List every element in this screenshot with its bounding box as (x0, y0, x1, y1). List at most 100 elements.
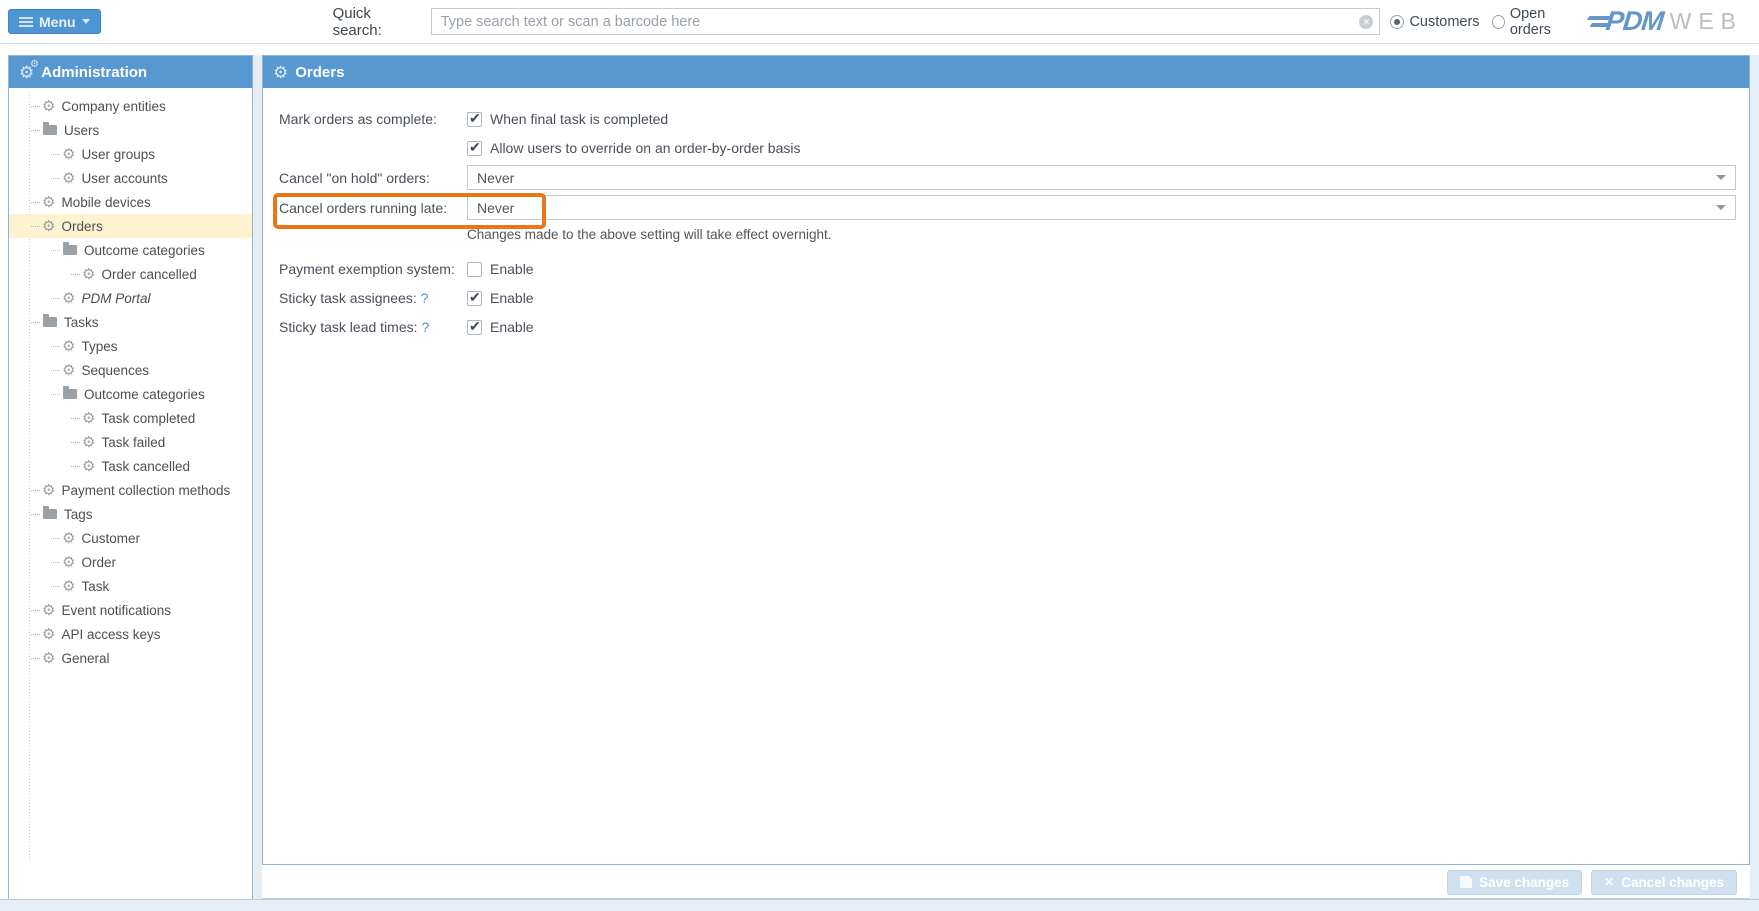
tree-item-tags[interactable]: Tags (9, 502, 252, 526)
form-row-mark-complete: Mark orders as complete: When final task… (279, 109, 1749, 129)
folder-icon (43, 317, 57, 327)
tree-item-api-access-keys[interactable]: ⚙ API access keys (9, 622, 252, 646)
checkbox-sticky-lead-times[interactable] (467, 320, 482, 335)
search-input[interactable] (432, 9, 1380, 34)
quick-search-label: Quick search: (333, 5, 422, 39)
chevron-down-icon (82, 19, 90, 24)
form-row-cancel-on-hold: Cancel "on hold" orders: Never (279, 165, 1749, 190)
tree-connector (31, 202, 40, 203)
help-icon[interactable]: ? (421, 290, 429, 306)
tree-item-company-entities[interactable]: ⚙Company entities (9, 94, 252, 118)
radio-customers[interactable]: Customers (1390, 14, 1479, 30)
radio-customers-label: Customers (1409, 14, 1479, 30)
form-row-sticky-assignees: Sticky task assignees:? Enable (279, 288, 1749, 308)
gear-icon: ⚙ (42, 483, 55, 498)
save-changes-button[interactable]: Save changes (1447, 870, 1582, 895)
tree-item-tasks[interactable]: Tasks (9, 310, 252, 334)
tree-connector (51, 346, 60, 347)
tree-item-label: PDM Portal (81, 291, 150, 306)
tree-connector (51, 178, 60, 179)
checkbox-override[interactable] (467, 141, 482, 156)
tree-item-label: Task (81, 579, 109, 594)
sidebar-header: ⚙ Administration (9, 56, 252, 88)
cancel-changes-label: Cancel changes (1621, 875, 1724, 890)
sticky-lead-times-enable-label: Enable (490, 319, 534, 335)
tree-item-task[interactable]: ⚙Task (9, 574, 252, 598)
gears-icon: ⚙ (19, 64, 34, 81)
payment-exemption-enable-label: Enable (490, 261, 534, 277)
checkbox-payment-exemption[interactable] (467, 262, 482, 277)
tree-item-task-failed[interactable]: ⚙Task failed (9, 430, 252, 454)
tree-connector (51, 394, 60, 395)
tree-connector (51, 538, 60, 539)
tree-item-label: API access keys (61, 627, 160, 642)
tree-item-order-cancelled[interactable]: ⚙ Order cancelled (9, 262, 252, 286)
gear-icon: ⚙ (62, 531, 75, 546)
folder-icon (43, 125, 57, 135)
search-scope-group: Customers Open orders (1390, 6, 1585, 38)
tree-item-label: Payment collection methods (61, 483, 230, 498)
gear-icon: ⚙ (62, 147, 75, 162)
tree-connector (31, 490, 40, 491)
tree-item-types[interactable]: ⚙Types (9, 334, 252, 358)
tree-item-label: Orders (61, 219, 102, 234)
main-header: ⚙ Orders (263, 56, 1749, 88)
tree-item-label: Tasks (64, 315, 99, 330)
pdm-web-logo: PDM WEB (1586, 6, 1743, 37)
tree-item-outcome-categories[interactable]: Outcome categories (9, 382, 252, 406)
tree-connector (71, 442, 80, 443)
form-row-sticky-lead-times: Sticky task lead times:? Enable (279, 317, 1749, 337)
tree-item-outcome-categories[interactable]: Outcome categories (9, 238, 252, 262)
tree-item-general[interactable]: ⚙General (9, 646, 252, 670)
tree-item-users[interactable]: Users (9, 118, 252, 142)
gear-icon: ⚙ (82, 267, 95, 282)
tree-connector (31, 514, 40, 515)
checkbox-sticky-assignees[interactable] (467, 291, 482, 306)
radio-open-orders[interactable]: Open orders (1492, 6, 1586, 38)
tree-item-mobile-devices[interactable]: ⚙Mobile devices (9, 190, 252, 214)
tree-connector (31, 322, 40, 323)
tree-item-user-accounts[interactable]: ⚙User accounts (9, 166, 252, 190)
gear-icon: ⚙ (42, 99, 55, 114)
form-row-note: Changes made to the above setting will t… (279, 225, 1749, 243)
tree-item-sequences[interactable]: ⚙Sequences (9, 358, 252, 382)
gear-icon: ⚙ (62, 171, 75, 186)
tree-item-event-notifications[interactable]: ⚙Event notifications (9, 598, 252, 622)
tree-item-order[interactable]: ⚙Order (9, 550, 252, 574)
cancel-changes-button[interactable]: ✕ Cancel changes (1591, 870, 1737, 895)
tree-item-label: Order (81, 555, 116, 570)
tree-item-label: Order cancelled (101, 267, 196, 282)
topbar: Menu Quick search: ✕ Customers Open orde… (0, 0, 1759, 44)
tree-connector (71, 466, 80, 467)
tree-item-payment-collection-methods[interactable]: ⚙ Payment collection methods (9, 478, 252, 502)
tree-item-label: Types (81, 339, 117, 354)
tree-connector (31, 610, 40, 611)
tree-item-label: Users (64, 123, 99, 138)
cancel-on-hold-select[interactable]: Never (467, 165, 1736, 190)
tree-item-orders[interactable]: ⚙Orders (9, 214, 252, 238)
cancel-running-late-select[interactable]: Never (467, 195, 1736, 220)
gear-icon: ⚙ (273, 64, 288, 81)
checkbox-final-task[interactable] (467, 112, 482, 127)
checkbox-final-task-label: When final task is completed (490, 111, 668, 127)
tree-connector (31, 634, 40, 635)
tree-connector (71, 418, 80, 419)
menu-button-label: Menu (39, 14, 76, 30)
tree-item-task-completed[interactable]: ⚙Task completed (9, 406, 252, 430)
tree-item-task-cancelled[interactable]: ⚙Task cancelled (9, 454, 252, 478)
tree-item-user-groups[interactable]: ⚙User groups (9, 142, 252, 166)
form-row-override: Allow users to override on an order-by-o… (279, 138, 1749, 158)
tree-item-pdm-portal[interactable]: ⚙PDM Portal (9, 286, 252, 310)
gear-icon: ⚙ (42, 627, 55, 642)
gear-icon: ⚙ (42, 603, 55, 618)
help-icon[interactable]: ? (422, 319, 430, 335)
overnight-note: Changes made to the above setting will t… (467, 227, 831, 242)
folder-icon (63, 245, 77, 255)
tree-connector (71, 274, 80, 275)
orders-settings-form: Mark orders as complete: When final task… (263, 88, 1749, 346)
panel-gap (253, 55, 262, 900)
checkbox-override-label: Allow users to override on an order-by-o… (490, 140, 800, 156)
tree-item-customer[interactable]: ⚙Customer (9, 526, 252, 550)
menu-button[interactable]: Menu (8, 9, 101, 34)
tree-connector (31, 226, 40, 227)
